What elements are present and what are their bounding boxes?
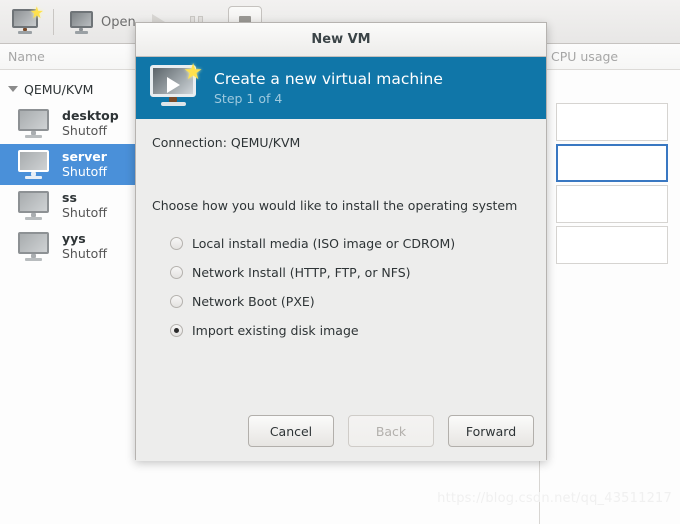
- vm-state: Shutoff: [62, 245, 107, 261]
- dialog-title: New VM: [311, 32, 371, 47]
- radio-local-install-media[interactable]: Local install media (ISO image or CDROM): [170, 233, 455, 253]
- dialog-body: Connection: QEMU/KVM Choose how you woul…: [136, 119, 546, 461]
- vm-name: yys: [62, 231, 86, 247]
- watermark: https://blog.csdn.net/qq_43511217: [437, 491, 672, 506]
- forward-button[interactable]: Forward: [448, 415, 534, 447]
- toolbar-separator: [53, 9, 54, 35]
- new-vm-dialog: New VM ★ Create a new virtual machine St…: [135, 22, 547, 461]
- back-button: Back: [348, 415, 434, 447]
- new-vm-monitor-star-icon: ★: [12, 5, 44, 35]
- new-vm-monitor-star-icon: ★: [150, 62, 204, 111]
- radio-button-icon[interactable]: [170, 323, 183, 337]
- radio-button-icon[interactable]: [170, 236, 183, 250]
- connection-label: Connection: QEMU/KVM: [152, 135, 301, 150]
- radio-label: Local install media (ISO image or CDROM): [192, 235, 456, 251]
- cpu-usage-sparkline-ss: [556, 185, 668, 223]
- dialog-step: Step 1 of 4: [214, 91, 283, 107]
- cpu-usage-sparkline-yys: [556, 226, 668, 264]
- cpu-usage-sparkline-server: [556, 144, 668, 182]
- radio-label: Import existing disk image: [192, 322, 359, 338]
- monitor-icon: [18, 190, 52, 221]
- radio-label: Network Boot (PXE): [192, 293, 315, 309]
- monitor-icon: [18, 108, 52, 139]
- open-button-label: Open: [101, 14, 136, 30]
- cpu-usage-sparkline-desktop: [556, 103, 668, 141]
- vm-state: Shutoff: [62, 122, 107, 138]
- open-button[interactable]: Open: [66, 6, 140, 38]
- monitor-icon: [70, 10, 96, 34]
- dialog-heading: Create a new virtual machine: [214, 69, 443, 88]
- radio-button-icon[interactable]: [170, 265, 183, 279]
- vm-state: Shutoff: [62, 163, 107, 179]
- vm-name: ss: [62, 190, 77, 206]
- monitor-icon: [18, 149, 52, 180]
- connection-group-row[interactable]: QEMU/KVM: [0, 78, 93, 100]
- radio-network-install[interactable]: Network Install (HTTP, FTP, or NFS): [170, 262, 411, 282]
- dialog-button-bar: Cancel Back Forward: [248, 415, 534, 447]
- cancel-button[interactable]: Cancel: [248, 415, 334, 447]
- play-icon: [167, 77, 180, 93]
- monitor-icon: [18, 231, 52, 262]
- radio-button-icon[interactable]: [170, 294, 183, 308]
- new-vm-button[interactable]: ★: [8, 5, 46, 38]
- vm-state: Shutoff: [62, 204, 107, 220]
- column-header-cpu-usage[interactable]: CPU usage: [551, 49, 618, 64]
- install-method-prompt: Choose how you would like to install the…: [152, 198, 518, 213]
- radio-import-existing-disk-image[interactable]: Import existing disk image: [170, 320, 359, 340]
- column-header-name[interactable]: Name: [8, 49, 45, 64]
- vm-name: desktop: [62, 108, 119, 124]
- radio-network-boot-pxe[interactable]: Network Boot (PXE): [170, 291, 315, 311]
- vm-name: server: [62, 149, 107, 165]
- connection-group-label: QEMU/KVM: [24, 81, 94, 97]
- radio-label: Network Install (HTTP, FTP, or NFS): [192, 264, 411, 280]
- dialog-titlebar: New VM: [136, 23, 546, 57]
- chevron-down-icon[interactable]: [8, 86, 18, 92]
- dialog-banner: ★ Create a new virtual machine Step 1 of…: [136, 57, 546, 119]
